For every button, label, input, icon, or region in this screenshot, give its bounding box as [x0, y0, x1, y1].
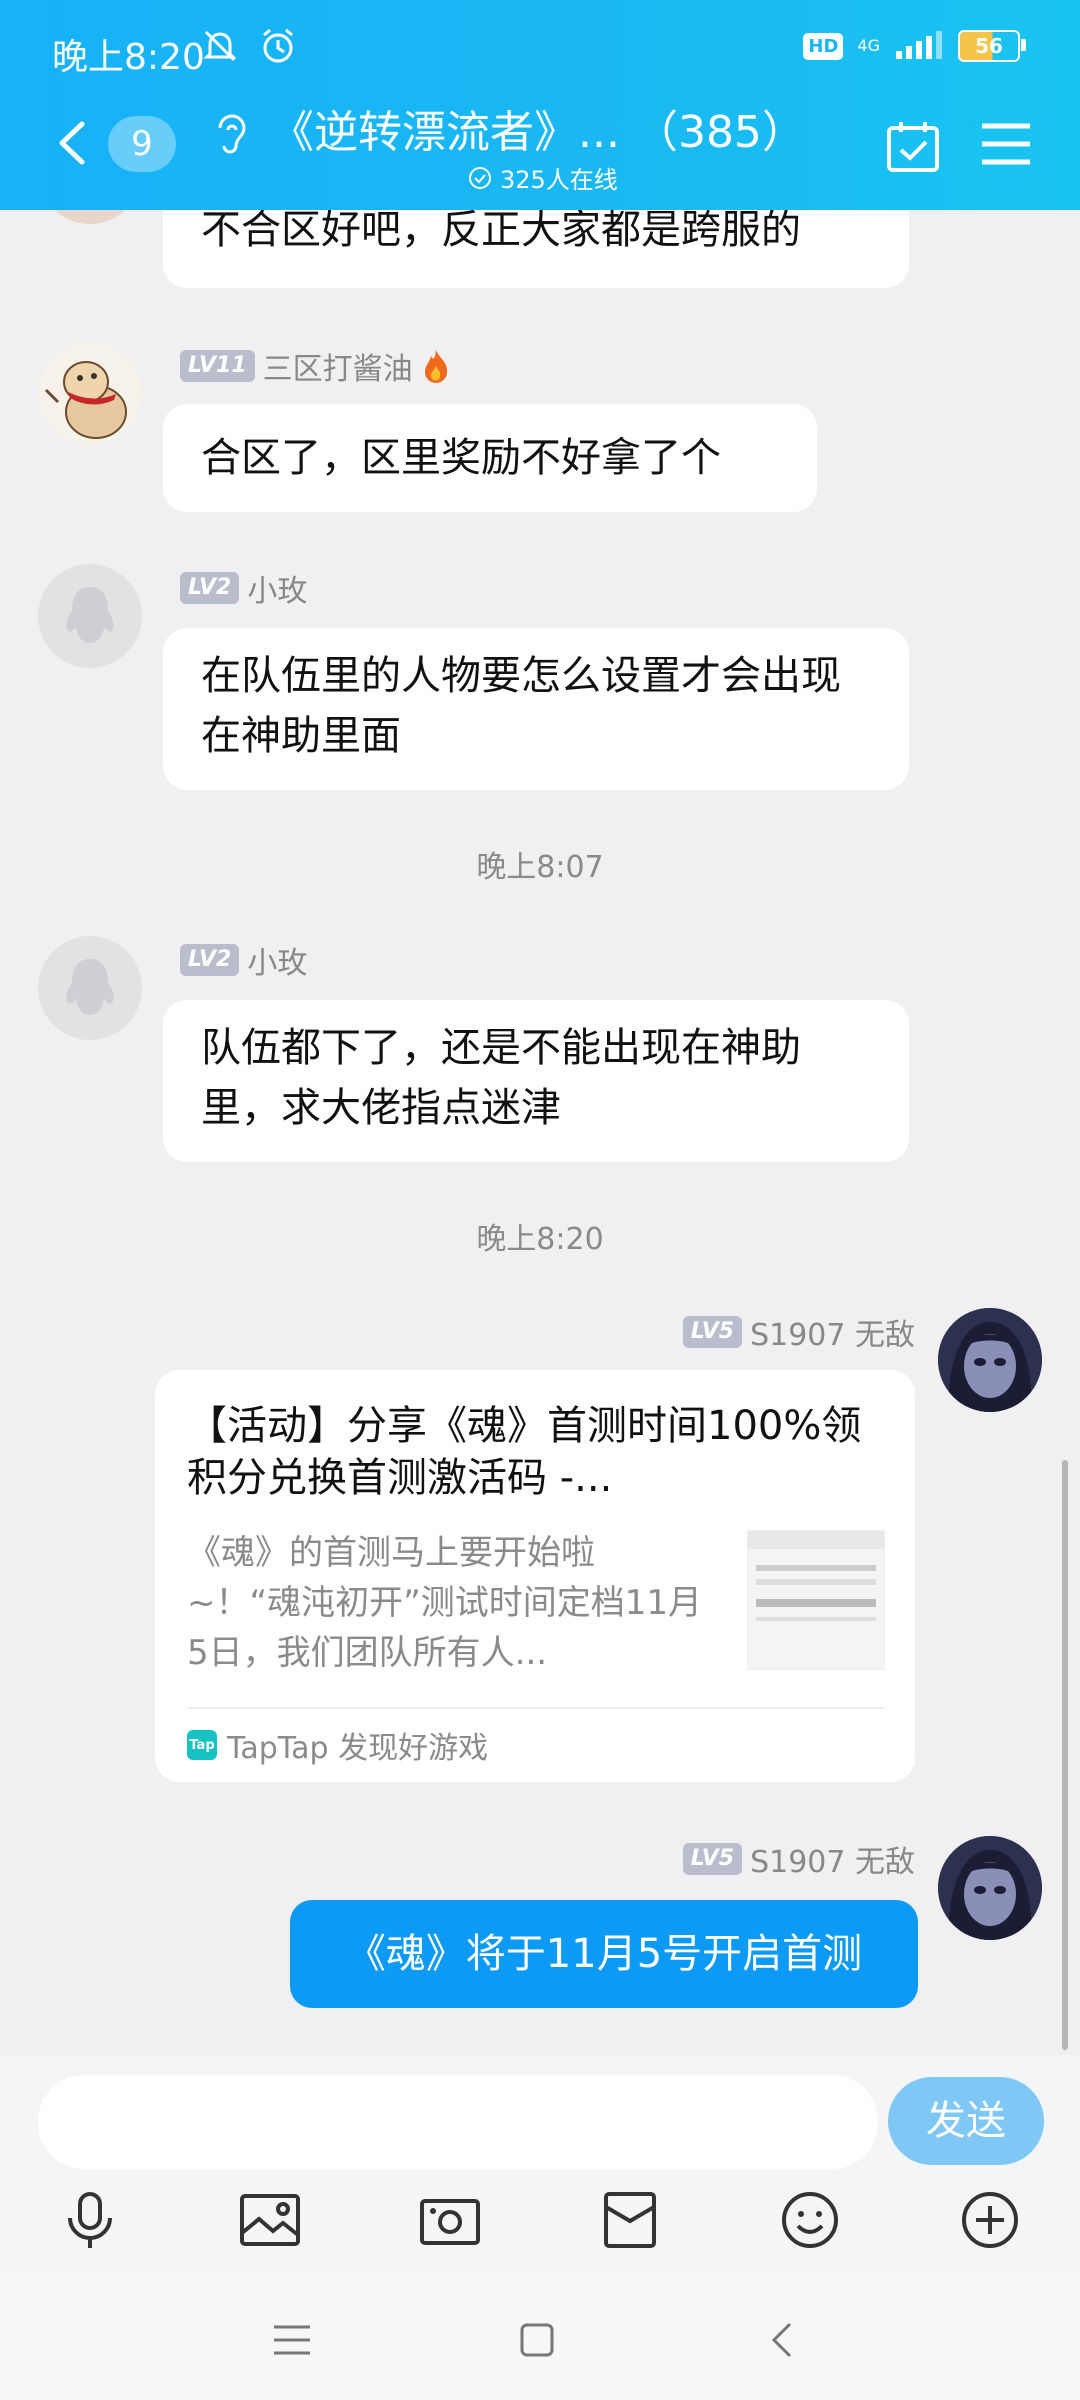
message-bubble[interactable]: 在队伍里的人物要怎么设置才会出现在神助里面: [163, 628, 909, 790]
online-count: 325人在线: [468, 160, 618, 195]
emoji-icon: [782, 2192, 838, 2248]
self-avatar[interactable]: [938, 1836, 1042, 1940]
self-sender-line: LV5 S1907 无敌: [682, 1310, 915, 1354]
snowman-avatar-icon: [38, 342, 142, 446]
recents-button[interactable]: [267, 2315, 317, 2365]
emoji-tool[interactable]: [775, 2185, 845, 2255]
image-icon: [240, 2194, 300, 2246]
sender-name[interactable]: 三区打酱油: [263, 344, 413, 388]
check-circle-icon: [469, 166, 491, 189]
red-packet-tool[interactable]: [595, 2185, 665, 2255]
plus-circle-icon: [962, 2192, 1018, 2248]
card-description: 《魂》的首测马上要开始啦~！“魂沌初开”测试时间定档11月5日，我们团队所有人.…: [187, 1533, 702, 1673]
self-sender-line: LV5 S1907 无敌: [682, 1837, 915, 1881]
time-divider: 晚上8:20: [476, 1222, 604, 1257]
scrollbar[interactable]: [1062, 1460, 1068, 2050]
sender-name[interactable]: 小玫: [247, 566, 307, 610]
more-tool[interactable]: [955, 2185, 1025, 2255]
camera-icon: [420, 2199, 480, 2245]
sender-name[interactable]: S1907 无敌: [750, 1837, 915, 1881]
group-title[interactable]: 《逆转漂流者》... （385）: [270, 96, 806, 160]
level-badge: LV2: [180, 944, 240, 976]
card-source-text: TapTap 发现好游戏: [227, 1731, 489, 1766]
back-chevron-icon: [771, 2322, 792, 2358]
voice-tool[interactable]: [55, 2185, 125, 2255]
card-source: Tap TapTap 发现好游戏: [187, 1723, 488, 1767]
hd-badge: HD: [803, 32, 844, 60]
camera-tool[interactable]: [415, 2185, 485, 2255]
level-badge: LV11: [180, 350, 255, 382]
time-divider: 晚上8:07: [476, 850, 604, 885]
image-tool[interactable]: [235, 2185, 305, 2255]
input-bar: 发送: [0, 2055, 1080, 2275]
home-square-icon: [520, 2323, 554, 2357]
self-avatar[interactable]: [938, 1308, 1042, 1412]
header: 晚上8:20 HD 4G 56 9 《逆转漂流者》... （385） 325人在…: [0, 0, 1080, 210]
home-button[interactable]: [512, 2315, 562, 2365]
self-message-bubble[interactable]: 《魂》将于11月5号开启首测: [290, 1900, 918, 2008]
taptap-logo-icon: Tap: [187, 1730, 217, 1760]
level-badge: LV5: [682, 1316, 743, 1348]
fire-icon: [424, 350, 447, 383]
avatar[interactable]: [38, 564, 142, 668]
sender-name[interactable]: S1907 无敌: [750, 1310, 915, 1354]
mute-bell-icon: [203, 30, 237, 62]
avatar[interactable]: [38, 342, 142, 446]
unread-count-badge[interactable]: 9: [108, 116, 176, 172]
message-input[interactable]: [38, 2075, 878, 2169]
level-badge: LV5: [682, 1843, 743, 1875]
status-time: 晚上8:20: [52, 37, 205, 78]
anime-avatar-icon: [938, 1836, 1042, 1940]
anime-avatar-icon: [938, 1308, 1042, 1412]
online-text: 325人在线: [500, 166, 618, 194]
message-bubble[interactable]: 队伍都下了，还是不能出现在神助里，求大佬指点迷津: [163, 1000, 909, 1162]
red-packet-icon: [604, 2192, 656, 2248]
sender-line: LV2 小玫: [180, 938, 307, 982]
back-arrow-icon[interactable]: [52, 118, 92, 168]
system-back-button[interactable]: [757, 2315, 807, 2365]
calendar-check-icon[interactable]: [885, 118, 941, 174]
alarm-icon: [263, 28, 293, 63]
battery-icon: 56: [958, 30, 1026, 62]
menu-icon[interactable]: [980, 120, 1032, 168]
sender-name[interactable]: 小玫: [247, 938, 307, 982]
message-bubble[interactable]: 合区了，区里奖励不好拿了个: [163, 404, 817, 512]
battery-level: 56: [975, 34, 1003, 58]
penguin-placeholder-icon: [66, 959, 114, 1015]
system-nav-bar: [0, 2275, 1080, 2400]
level-badge: LV2: [180, 572, 240, 604]
sender-line: LV2 小玫: [180, 566, 307, 610]
card-divider: [187, 1707, 885, 1709]
send-button[interactable]: 发送: [888, 2077, 1044, 2165]
sender-line: LV11 三区打酱油: [180, 344, 451, 388]
penguin-placeholder-icon: [66, 587, 114, 643]
network-label: 4G: [857, 36, 880, 55]
shared-link-card[interactable]: 【活动】分享《魂》首测时间100%领积分兑换首测激活码 -... 《魂》的首测马…: [155, 1370, 915, 1782]
card-thumbnail: [747, 1530, 885, 1670]
recents-icon: [274, 2325, 310, 2355]
card-title: 【活动】分享《魂》首测时间100%领积分兑换首测激活码 -...: [187, 1403, 862, 1501]
ear-icon[interactable]: [210, 108, 250, 158]
signal-icon: [896, 31, 942, 59]
avatar[interactable]: [38, 936, 142, 1040]
microphone-icon: [68, 2192, 112, 2248]
